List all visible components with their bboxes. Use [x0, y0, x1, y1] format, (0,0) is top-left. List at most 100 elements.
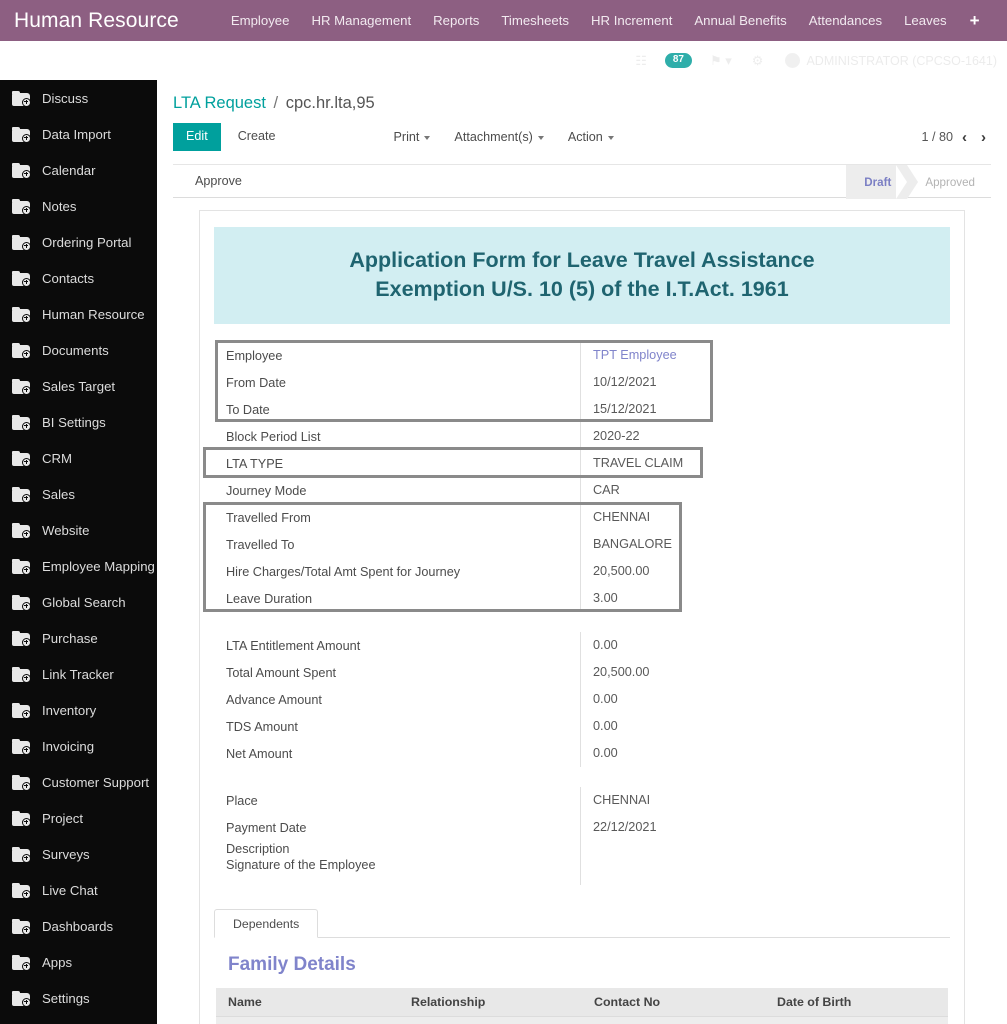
field-value[interactable]: 0.00	[580, 686, 950, 714]
sidebar-item-customer-support[interactable]: Customer Support	[0, 764, 157, 800]
sidebar-item-data-import[interactable]: Data Import	[0, 116, 157, 152]
field-value[interactable]: 22/12/2021	[580, 814, 950, 842]
field-value[interactable]: 20,500.00	[580, 558, 950, 586]
sidebar-item-settings[interactable]: Settings	[0, 980, 157, 1016]
nav-item-employee[interactable]: Employee	[220, 0, 301, 41]
column-header[interactable]: Relationship	[399, 988, 582, 1018]
table-cell[interactable]	[216, 1016, 399, 1024]
sidebar-item-inventory[interactable]: Inventory	[0, 692, 157, 728]
sidebar-item-crm[interactable]: CRM	[0, 440, 157, 476]
field-value[interactable]: 0.00	[580, 632, 950, 660]
sidebar-item-label: Purchase	[42, 630, 98, 646]
app-folder-icon	[12, 666, 31, 683]
sidebar-item-human-resource[interactable]: Human Resource	[0, 296, 157, 332]
table-cell[interactable]	[582, 1016, 765, 1024]
print-dropdown[interactable]: Print	[382, 124, 443, 150]
column-header[interactable]: Date of Birth	[765, 988, 948, 1018]
sidebar-item-invoicing[interactable]: Invoicing	[0, 728, 157, 764]
nav-item-timesheets[interactable]: Timesheets	[490, 0, 580, 41]
app-folder-icon	[12, 414, 31, 431]
form-title-banner: Application Form for Leave Travel Assist…	[214, 227, 950, 325]
sidebar-item-live-chat[interactable]: Live Chat	[0, 872, 157, 908]
approve-button[interactable]: Approve	[173, 174, 242, 188]
nav-item-hr-management[interactable]: HR Management	[300, 0, 422, 41]
messages-badge[interactable]: 87	[664, 53, 692, 68]
field-value[interactable]: 20,500.00	[580, 659, 950, 687]
sidebar-item-contacts[interactable]: Contacts	[0, 260, 157, 296]
pager-previous-icon[interactable]: ‹	[957, 129, 972, 146]
app-folder-icon	[12, 306, 31, 323]
sidebar-item-surveys[interactable]: Surveys	[0, 836, 157, 872]
app-folder-icon	[12, 450, 31, 467]
action-dropdown[interactable]: Action	[556, 124, 626, 150]
field-label: Hire Charges/Total Amt Spent for Journey	[226, 564, 461, 579]
column-header[interactable]: Contact No	[582, 988, 765, 1018]
form-title-line-1: Application Form for Leave Travel Assist…	[349, 248, 815, 272]
app-folder-icon	[12, 702, 31, 719]
apps-grid-icon[interactable]: ☷	[635, 54, 647, 67]
breadcrumb-root[interactable]: LTA Request	[173, 94, 266, 112]
field-value[interactable]: 15/12/2021	[580, 396, 950, 424]
field-value[interactable]: CHENNAI	[580, 504, 950, 532]
sheet-wrapper: Application Form for Leave Travel Assist…	[157, 198, 1007, 1024]
activity-bell-icon[interactable]: ⚑ ▾	[710, 54, 732, 67]
sidebar-item-bi-settings[interactable]: BI Settings	[0, 404, 157, 440]
sidebar-item-calendar[interactable]: Calendar	[0, 152, 157, 188]
field-label: Advance Amount	[226, 692, 322, 707]
user-menu[interactable]: ADMINISTRATOR (CPCSO-1641)	[785, 53, 997, 68]
breadcrumb-separator: /	[273, 94, 279, 112]
edit-button[interactable]: Edit	[173, 123, 221, 151]
sidebar-item-global-search[interactable]: Global Search	[0, 584, 157, 620]
field-label: LTA TYPE	[226, 456, 284, 471]
pager-next-icon[interactable]: ›	[976, 129, 991, 146]
sidebar-item-apps[interactable]: Apps	[0, 944, 157, 980]
field-value[interactable]: 3.00	[580, 585, 950, 613]
sidebar-item-label: Dashboards	[42, 918, 114, 934]
description-value[interactable]	[580, 841, 950, 886]
create-button[interactable]: Create	[225, 123, 289, 150]
nav-item-leaves[interactable]: Leaves	[893, 0, 958, 41]
sidebar-item-website[interactable]: Website	[0, 512, 157, 548]
nav-item-hr-increment[interactable]: HR Increment	[580, 0, 683, 41]
sidebar-item-discuss[interactable]: Discuss	[0, 80, 157, 116]
field-value[interactable]: TRAVEL CLAIM	[580, 450, 950, 478]
field-value[interactable]: BANGALORE	[580, 531, 950, 559]
app-folder-icon	[12, 522, 31, 539]
nav-item-attendances[interactable]: Attendances	[798, 0, 893, 41]
sidebar-item-sales-target[interactable]: Sales Target	[0, 368, 157, 404]
primary-field-group: Employee TPT Employee From Date 10/12/2021 T…	[203, 340, 950, 613]
app-brand[interactable]: Human Resource	[0, 9, 179, 33]
add-menu-plus-icon[interactable]: +	[958, 0, 992, 41]
field-value[interactable]: 10/12/2021	[580, 369, 950, 397]
nav-item-reports[interactable]: Reports	[422, 0, 490, 41]
field-value[interactable]: 2020-22	[580, 423, 950, 451]
table-cell[interactable]	[399, 1016, 582, 1024]
field-value[interactable]: 0.00	[580, 740, 950, 768]
app-folder-icon	[12, 162, 31, 179]
table-row[interactable]	[216, 1016, 948, 1024]
sidebar-item-project[interactable]: Project	[0, 800, 157, 836]
sidebar-item-ordering-portal[interactable]: Ordering Portal	[0, 224, 157, 260]
field-value[interactable]: CHENNAI	[580, 787, 950, 815]
sidebar-item-purchase[interactable]: Purchase	[0, 620, 157, 656]
sidebar-item-notes[interactable]: Notes	[0, 188, 157, 224]
field-value[interactable]: TPT Employee	[580, 342, 950, 370]
field-value[interactable]: CAR	[580, 477, 950, 505]
sidebar-item-dashboards[interactable]: Dashboards	[0, 908, 157, 944]
attachments-dropdown[interactable]: Attachment(s)	[442, 124, 555, 150]
table-cell[interactable]	[765, 1016, 948, 1024]
record-pager: 1 / 80 ‹ ›	[921, 129, 991, 146]
nav-item-annual-benefits[interactable]: Annual Benefits	[683, 0, 797, 41]
app-folder-icon	[12, 378, 31, 395]
status-stage-approved[interactable]: Approved	[896, 165, 991, 199]
field-row: LTA Entitlement Amount 0.00	[214, 632, 950, 660]
sidebar-item-employee-mapping[interactable]: Employee Mapping	[0, 548, 157, 584]
sidebar-item-documents[interactable]: Documents	[0, 332, 157, 368]
tab-dependents[interactable]: Dependents	[214, 909, 319, 939]
field-value[interactable]: 0.00	[580, 713, 950, 741]
sidebar-item-link-tracker[interactable]: Link Tracker	[0, 656, 157, 692]
debug-bug-icon[interactable]: ⚙	[752, 54, 764, 67]
sidebar-item-sales[interactable]: Sales	[0, 476, 157, 512]
column-header[interactable]: Name	[216, 988, 399, 1018]
table-header-row: Name Relationship Contact No Date of Birth	[216, 988, 948, 1018]
